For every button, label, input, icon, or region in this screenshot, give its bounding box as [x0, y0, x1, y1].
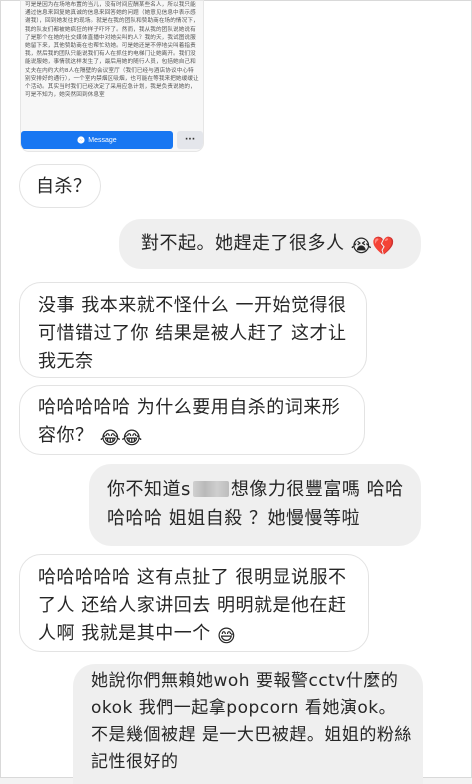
- message-bubble-received[interactable]: 哈哈哈哈哈 这有点扯了 很明显说服不了人 还给人家讲回去 明明就是他在赶人啊 我…: [19, 554, 369, 652]
- message-bubble-sent[interactable]: 對不起。她趕走了很多人 😭💔: [119, 219, 421, 269]
- message-bubble-received[interactable]: 自杀？: [19, 164, 101, 208]
- emoji-laughing-tears-icon: 😂😂: [99, 428, 143, 449]
- emoji-crying-broken-heart-icon: 😭💔: [350, 236, 396, 257]
- quoted-post-actions: Message ···: [21, 129, 203, 151]
- quoted-post-text: 可是是因为在场地布置的当儿，没有时间应酬某些名人，所以我只能通过信息来回复她真诚…: [25, 2, 199, 99]
- messenger-icon: [77, 136, 85, 144]
- message-text: 没事 我本来就不怪什么 一开始觉得很可惜错过了你 结果是被人赶了 这才让我无奈: [38, 295, 347, 372]
- emoji-sweat-smile-icon: 😅: [216, 626, 237, 647]
- message-text-part1: 你不知道s: [107, 479, 191, 500]
- message-bubble-sent[interactable]: 她說你們無賴她woh 要報警cctv什麼的 okok 我們一起拿popcorn …: [73, 664, 423, 784]
- message-text: 她說你們無賴她woh 要報警cctv什麼的 okok 我們一起拿popcorn …: [91, 671, 412, 772]
- chat-screen: 可是是因为在场地布置的当儿，没有时间应酬某些名人，所以我只能通过信息来回复她真诚…: [0, 0, 472, 784]
- quoted-post-card[interactable]: 可是是因为在场地布置的当儿，没有时间应酬某些名人，所以我只能通过信息来回复她真诚…: [21, 1, 203, 151]
- message-text: 哈哈哈哈哈 这有点扯了 很明显说服不了人 还给人家讲回去 明明就是他在赶人啊 我…: [38, 567, 347, 644]
- message-bubble-received[interactable]: 哈哈哈哈哈 为什么要用自杀的词来形容你？ 😂😂: [19, 385, 365, 455]
- message-button[interactable]: Message: [21, 131, 173, 149]
- redacted-name-blur: [192, 481, 229, 497]
- message-text: 哈哈哈哈哈 为什么要用自杀的词来形容你？: [38, 397, 341, 446]
- more-options-button[interactable]: ···: [177, 131, 203, 149]
- message-bubble-received[interactable]: 没事 我本来就不怪什么 一开始觉得很可惜错过了你 结果是被人赶了 这才让我无奈: [19, 282, 367, 378]
- message-text: 自杀？: [36, 176, 92, 197]
- message-bubble-sent[interactable]: 你不知道s 想像力很豐富嗎 哈哈哈哈哈 姐姐自殺 ？她慢慢等啦: [89, 464, 421, 546]
- message-button-label: Message: [88, 136, 117, 144]
- message-text: 對不起。她趕走了很多人: [141, 233, 345, 254]
